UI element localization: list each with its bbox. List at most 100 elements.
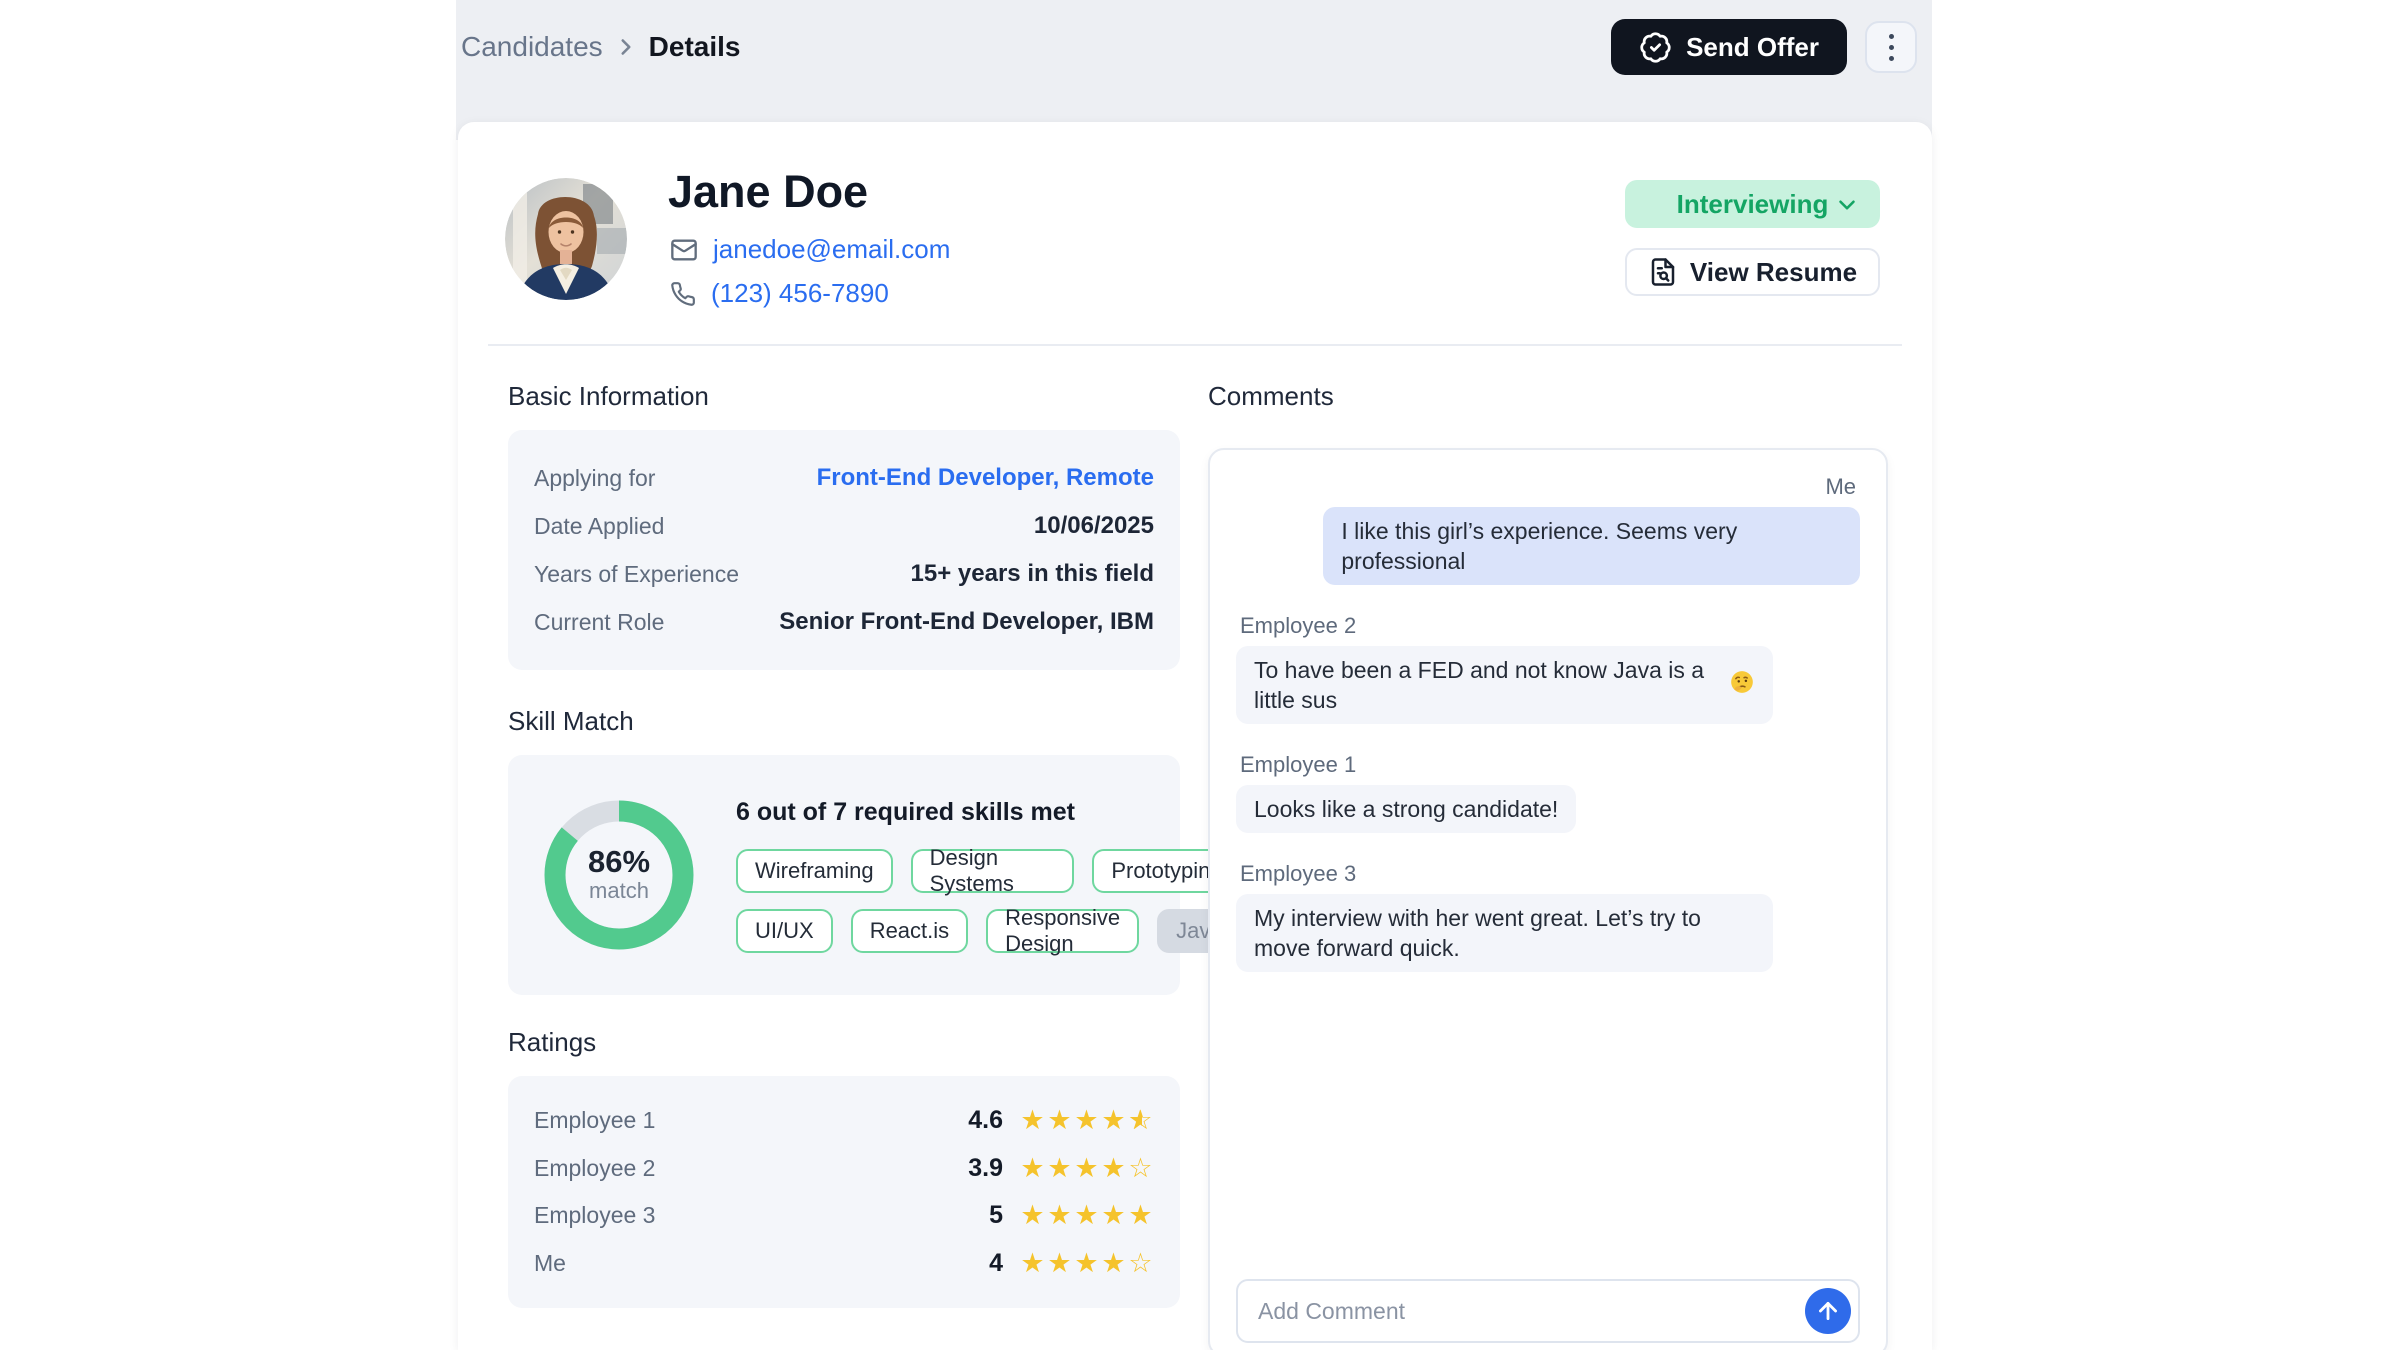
- comment-text: Looks like a strong candidate!: [1254, 794, 1558, 824]
- star-full-icon: ★: [1073, 1250, 1100, 1277]
- add-comment-row: [1236, 1279, 1860, 1343]
- star-full-icon: ★: [1019, 1155, 1046, 1182]
- basic-info-title: Basic Information: [508, 381, 1180, 412]
- star-rating: ★★★★☆: [1019, 1155, 1154, 1182]
- info-value: 15+ years in this field: [911, 560, 1154, 588]
- star-full-icon: ★: [1100, 1107, 1127, 1134]
- comment-bubble: Looks like a strong candidate!: [1236, 785, 1576, 833]
- star-full-icon: ★: [1019, 1250, 1046, 1277]
- candidate-name: Jane Doe: [668, 166, 868, 218]
- view-resume-button[interactable]: View Resume: [1625, 248, 1880, 296]
- info-row: Applying for Front-End Developer, Remote: [534, 464, 1154, 492]
- skill-match-donut: 86% match: [544, 800, 694, 950]
- star-half-icon: ☆★: [1127, 1107, 1154, 1134]
- rating-value: 3.9: [968, 1154, 1003, 1183]
- phone-icon: [670, 281, 696, 307]
- rating-row: Employee 23.9★★★★☆: [534, 1154, 1154, 1183]
- comment-message: Employee 2To have been a FED and not kno…: [1236, 613, 1860, 724]
- star-full-icon: ★: [1046, 1107, 1073, 1134]
- status-label: Interviewing: [1677, 189, 1829, 220]
- comment-message: Employee 1 Looks like a strong candidate!: [1236, 752, 1860, 833]
- star-rating: ★★★★☆: [1019, 1250, 1154, 1277]
- rating-label: Employee 3: [534, 1202, 989, 1229]
- phone-link[interactable]: (123) 456-7890: [711, 278, 889, 309]
- info-row: Years of Experience 15+ years in this fie…: [534, 560, 1154, 588]
- breadcrumb: Candidates Details: [461, 31, 740, 63]
- star-full-icon: ★: [1100, 1202, 1127, 1229]
- send-comment-button[interactable]: [1805, 1288, 1851, 1334]
- star-full-icon: ★: [1100, 1250, 1127, 1277]
- info-label: Applying for: [534, 465, 655, 492]
- star-full-icon: ★: [1046, 1202, 1073, 1229]
- comment-bubble: My interview with her went great. Let’s …: [1236, 894, 1773, 972]
- comment-text: To have been a FED and not know Java is …: [1254, 655, 1721, 715]
- send-offer-button[interactable]: Send Offer: [1611, 19, 1847, 75]
- info-label: Current Role: [534, 609, 664, 636]
- details-column: Basic Information Applying for Front-End …: [508, 345, 1180, 1350]
- comments-panel: Me I like this girl’s experience. Seems v…: [1208, 448, 1888, 1350]
- comment-author: Employee 1: [1240, 752, 1356, 778]
- rating-value: 4: [989, 1249, 1003, 1278]
- rating-label: Me: [534, 1250, 989, 1277]
- star-full-icon: ★: [1019, 1202, 1046, 1229]
- star-full-icon: ★: [1046, 1155, 1073, 1182]
- comment-bubble: I like this girl’s experience. Seems ver…: [1323, 507, 1860, 585]
- star-empty-icon: ☆: [1127, 1250, 1154, 1277]
- skill-match-panel: 86% match 6 out of 7 required skills met…: [508, 755, 1180, 995]
- chevron-down-icon: [1834, 192, 1860, 218]
- add-comment-input[interactable]: [1236, 1279, 1860, 1343]
- rating-label: Employee 1: [534, 1107, 968, 1134]
- status-dropdown[interactable]: Interviewing: [1625, 180, 1880, 228]
- more-options-button[interactable]: [1865, 21, 1917, 73]
- mail-icon: [670, 236, 698, 264]
- skills-summary: 6 out of 7 required skills met: [736, 798, 1242, 827]
- comment-text: My interview with her went great. Let’s …: [1254, 903, 1755, 963]
- skill-chip: Design Systems: [911, 849, 1075, 893]
- skill-chip: Wireframing: [736, 849, 893, 893]
- match-label: match: [589, 878, 649, 904]
- rating-row: Employee 14.6★★★★☆★: [534, 1106, 1154, 1135]
- rating-value: 5: [989, 1201, 1003, 1230]
- rating-value: 4.6: [968, 1106, 1003, 1135]
- star-full-icon: ★: [1100, 1155, 1127, 1182]
- contact-info: janedoe@email.com (123) 456-7890: [670, 234, 950, 309]
- skill-match-title: Skill Match: [508, 706, 1180, 737]
- badge-check-icon: [1639, 31, 1672, 64]
- send-offer-label: Send Offer: [1686, 32, 1819, 63]
- info-value-link[interactable]: Front-End Developer, Remote: [817, 464, 1154, 492]
- info-value: 10/06/2025: [1034, 512, 1154, 540]
- email-link[interactable]: janedoe@email.com: [713, 234, 950, 265]
- candidate-details-page: Candidates Details Send Offer: [0, 0, 2400, 1350]
- info-row: Date Applied10/06/2025: [534, 512, 1154, 540]
- file-search-icon: [1648, 257, 1678, 287]
- skill-chip: UI/UX: [736, 909, 833, 953]
- comment-author: Employee 3: [1240, 861, 1356, 887]
- info-value: Senior Front-End Developer, IBM: [779, 608, 1154, 636]
- skill-chips-row: WireframingDesign SystemsPrototyping: [736, 849, 1242, 893]
- comment-message: Me I like this girl’s experience. Seems v…: [1236, 474, 1860, 585]
- view-resume-label: View Resume: [1690, 257, 1857, 288]
- star-rating: ★★★★☆★: [1019, 1107, 1154, 1134]
- info-label: Years of Experience: [534, 561, 739, 588]
- comment-author: Me: [1825, 474, 1856, 500]
- comment-text: I like this girl’s experience. Seems ver…: [1341, 516, 1842, 576]
- breadcrumb-details: Details: [649, 31, 741, 63]
- thinking-emoji: [1729, 669, 1755, 702]
- star-rating: ★★★★★: [1019, 1202, 1154, 1229]
- skill-chip: Responsive Design: [986, 909, 1139, 953]
- chevron-right-icon: [613, 34, 639, 60]
- skill-chips-row: UI/UXReact.isResponsive DesignJava: [736, 909, 1242, 953]
- comment-list: Me I like this girl’s experience. Seems v…: [1236, 474, 1860, 1000]
- breadcrumb-candidates[interactable]: Candidates: [461, 31, 603, 63]
- info-row: Current Role Senior Front-End Developer, …: [534, 608, 1154, 636]
- candidate-card: Jane Doe janedoe@email.com (123) 456-789…: [458, 122, 1932, 1350]
- arrow-up-icon: [1815, 1298, 1841, 1324]
- star-full-icon: ★: [1127, 1202, 1154, 1229]
- basic-info-panel: Applying for Front-End Developer, Remote D…: [508, 430, 1180, 670]
- star-full-icon: ★: [1073, 1107, 1100, 1134]
- rating-row: Employee 35 ★★★★★: [534, 1201, 1154, 1230]
- ratings-title: Ratings: [508, 1027, 1180, 1058]
- star-full-icon: ★: [1073, 1155, 1100, 1182]
- star-full-icon: ★: [1019, 1107, 1046, 1134]
- ratings-panel: Employee 14.6★★★★☆★Employee 23.9★★★★☆Emp…: [508, 1076, 1180, 1308]
